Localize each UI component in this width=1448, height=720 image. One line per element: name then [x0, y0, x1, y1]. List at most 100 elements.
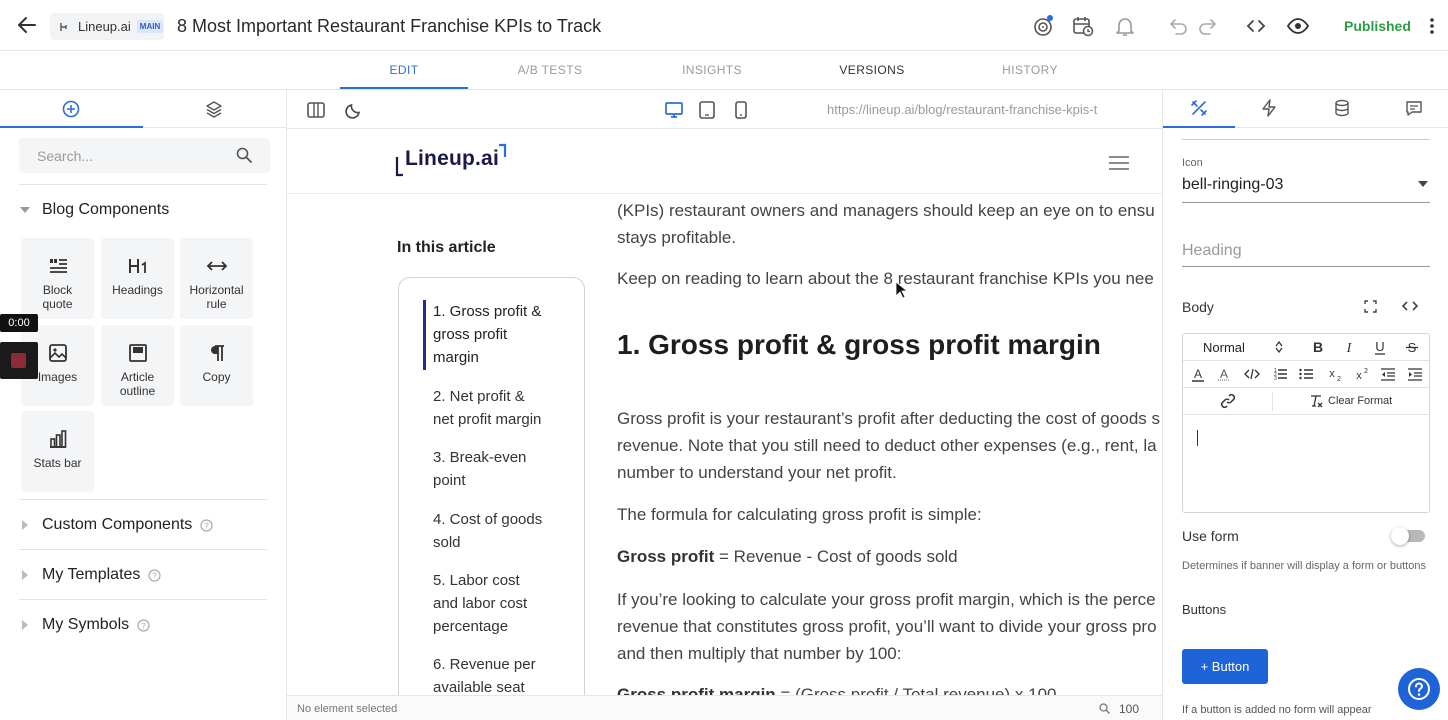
article-paragraph[interactable]: If you’re looking to calculate your gros… — [617, 586, 1162, 667]
bell-icon[interactable] — [1114, 15, 1136, 37]
rte-toolbar-row: Normal B I U S — [1183, 334, 1429, 361]
target-notification-icon[interactable] — [1032, 15, 1054, 37]
desktop-view-icon[interactable] — [664, 100, 684, 120]
subscript-icon[interactable]: x2 — [1326, 366, 1342, 382]
blog-components-header[interactable]: Blog Components — [20, 201, 169, 219]
preview-eye-icon[interactable] — [1287, 15, 1309, 37]
use-form-description: Determines if banner will display a form… — [1182, 560, 1426, 572]
strikethrough-icon[interactable]: S — [1404, 339, 1420, 355]
component-copy[interactable]: Copy — [180, 325, 253, 406]
clear-format-button[interactable]: Clear Format — [1328, 395, 1392, 407]
text-color-icon[interactable]: A — [1190, 366, 1206, 382]
my-templates-header[interactable]: My Templates ? — [20, 566, 162, 584]
component-headings[interactable]: Headings — [101, 238, 174, 319]
article-paragraph[interactable]: The formula for calculating gross profit… — [617, 501, 1162, 528]
comment-icon[interactable] — [1405, 99, 1423, 117]
inline-code-icon[interactable] — [1244, 366, 1260, 382]
active-tab-indicator — [340, 87, 468, 89]
mobile-view-icon[interactable] — [731, 100, 751, 120]
code-icon[interactable] — [1245, 15, 1267, 37]
redo-icon[interactable] — [1196, 15, 1218, 37]
tab-ab-tests[interactable]: A/B TESTS — [486, 63, 614, 77]
database-icon[interactable] — [1333, 99, 1351, 117]
heading-input[interactable]: Heading — [1182, 242, 1242, 260]
add-button-button[interactable]: + Button — [1182, 649, 1268, 684]
stop-recording-button[interactable] — [0, 342, 38, 379]
component-block-quote[interactable]: Block quote — [21, 238, 94, 319]
heading-icon — [128, 259, 146, 273]
lightning-icon[interactable] — [1260, 99, 1278, 117]
page-url[interactable]: https://lineup.ai/blog/restaurant-franch… — [827, 102, 1133, 117]
indent-icon[interactable] — [1407, 366, 1423, 382]
formula-line[interactable]: Gross profit = Revenue - Cost of goods s… — [617, 543, 1162, 570]
my-symbols-header[interactable]: My Symbols ? — [20, 616, 150, 634]
help-button[interactable] — [1398, 668, 1440, 710]
svg-text:A: A — [1220, 367, 1228, 381]
add-circle-icon[interactable] — [62, 100, 80, 118]
rte-toolbar-row: Clear Format — [1183, 388, 1429, 415]
design-tools-icon[interactable] — [1190, 99, 1208, 117]
article-paragraph[interactable]: Gross profit is your restaurant’s profit… — [617, 405, 1162, 486]
component-horizontal-rule[interactable]: Horizontal rule — [180, 238, 253, 319]
text-caret[interactable] — [1197, 430, 1198, 446]
ordered-list-icon[interactable]: 123 — [1272, 366, 1288, 382]
tablet-view-icon[interactable] — [697, 100, 717, 120]
tab-insights[interactable]: INSIGHTS — [648, 63, 776, 77]
format-select[interactable]: Normal — [1203, 340, 1245, 355]
search-input[interactable] — [19, 138, 219, 173]
article-paragraph[interactable]: Keep on reading to learn about the 8 res… — [617, 265, 1162, 292]
search-icon[interactable] — [236, 147, 252, 163]
caret-right-icon — [22, 620, 28, 630]
document-title: 8 Most Important Restaurant Franchise KP… — [177, 16, 602, 36]
calendar-clock-icon[interactable] — [1072, 15, 1094, 37]
columns-layout-icon[interactable] — [306, 100, 326, 120]
expand-icon[interactable] — [1364, 300, 1377, 313]
back-arrow-icon[interactable] — [16, 14, 38, 36]
article-heading[interactable]: 1. Gross profit & gross profit margin — [617, 329, 1101, 361]
tab-edit[interactable]: EDIT — [340, 63, 468, 77]
zoom-level[interactable]: 100 — [1119, 702, 1139, 716]
layers-icon[interactable] — [205, 100, 223, 118]
highlight-icon[interactable]: A — [1216, 366, 1232, 382]
menu-hamburger-icon[interactable] — [1109, 156, 1129, 170]
clear-format-icon[interactable] — [1309, 394, 1323, 408]
help-circle-icon[interactable]: ? — [200, 518, 213, 532]
divider — [19, 549, 267, 550]
help-circle-icon[interactable]: ? — [148, 568, 162, 582]
publish-status[interactable]: Published — [1344, 18, 1411, 34]
logo-bracket-right — [498, 143, 507, 157]
selection-status: No element selected — [297, 703, 398, 715]
custom-components-header[interactable]: Custom Components ? — [20, 516, 213, 534]
tab-history[interactable]: HISTORY — [966, 63, 1094, 77]
toc-item[interactable]: 4. Cost of goods sold — [433, 508, 563, 554]
bullet-list-icon[interactable] — [1298, 366, 1314, 382]
help-circle-icon[interactable]: ? — [137, 618, 150, 632]
more-options-icon[interactable] — [1426, 16, 1438, 36]
superscript-icon[interactable]: x2 — [1353, 366, 1369, 382]
svg-text:3: 3 — [1274, 376, 1277, 382]
tab-versions[interactable]: VERSIONS — [808, 63, 936, 77]
zoom-icon[interactable] — [1099, 703, 1110, 714]
icon-select[interactable]: bell-ringing-03 — [1182, 176, 1430, 194]
dark-mode-moon-icon[interactable] — [344, 100, 364, 120]
code-view-icon[interactable] — [1402, 299, 1418, 313]
article-paragraph[interactable]: (KPIs) restaurant owners and managers sh… — [617, 197, 1162, 251]
link-icon[interactable] — [1220, 393, 1236, 409]
toc-item[interactable]: 6. Revenue per available seat — [433, 653, 563, 695]
component-stats-bar[interactable]: Stats bar — [21, 411, 94, 492]
toc-item[interactable]: 2. Net profit & net profit margin — [433, 385, 563, 431]
use-form-toggle[interactable] — [1391, 527, 1425, 545]
component-article-outline[interactable]: Article outline — [101, 325, 174, 406]
outdent-icon[interactable] — [1380, 366, 1396, 382]
select-sort-icon — [1275, 341, 1283, 353]
underline-icon[interactable]: U — [1372, 339, 1388, 355]
italic-icon[interactable]: I — [1341, 339, 1357, 355]
toc-item[interactable]: 1. Gross profit & gross profit margin — [433, 300, 563, 369]
toc-item[interactable]: 5. Labor cost and labor cost percentage — [433, 569, 563, 638]
undo-icon[interactable] — [1168, 15, 1190, 37]
formula-line[interactable]: Gross profit margin = (Gross profit / To… — [617, 681, 1162, 695]
project-switcher[interactable]: Lineup.ai MAIN — [50, 13, 164, 40]
bold-icon[interactable]: B — [1310, 339, 1326, 355]
toc-item[interactable]: 3. Break-even point — [433, 446, 563, 492]
component-search — [19, 138, 270, 173]
